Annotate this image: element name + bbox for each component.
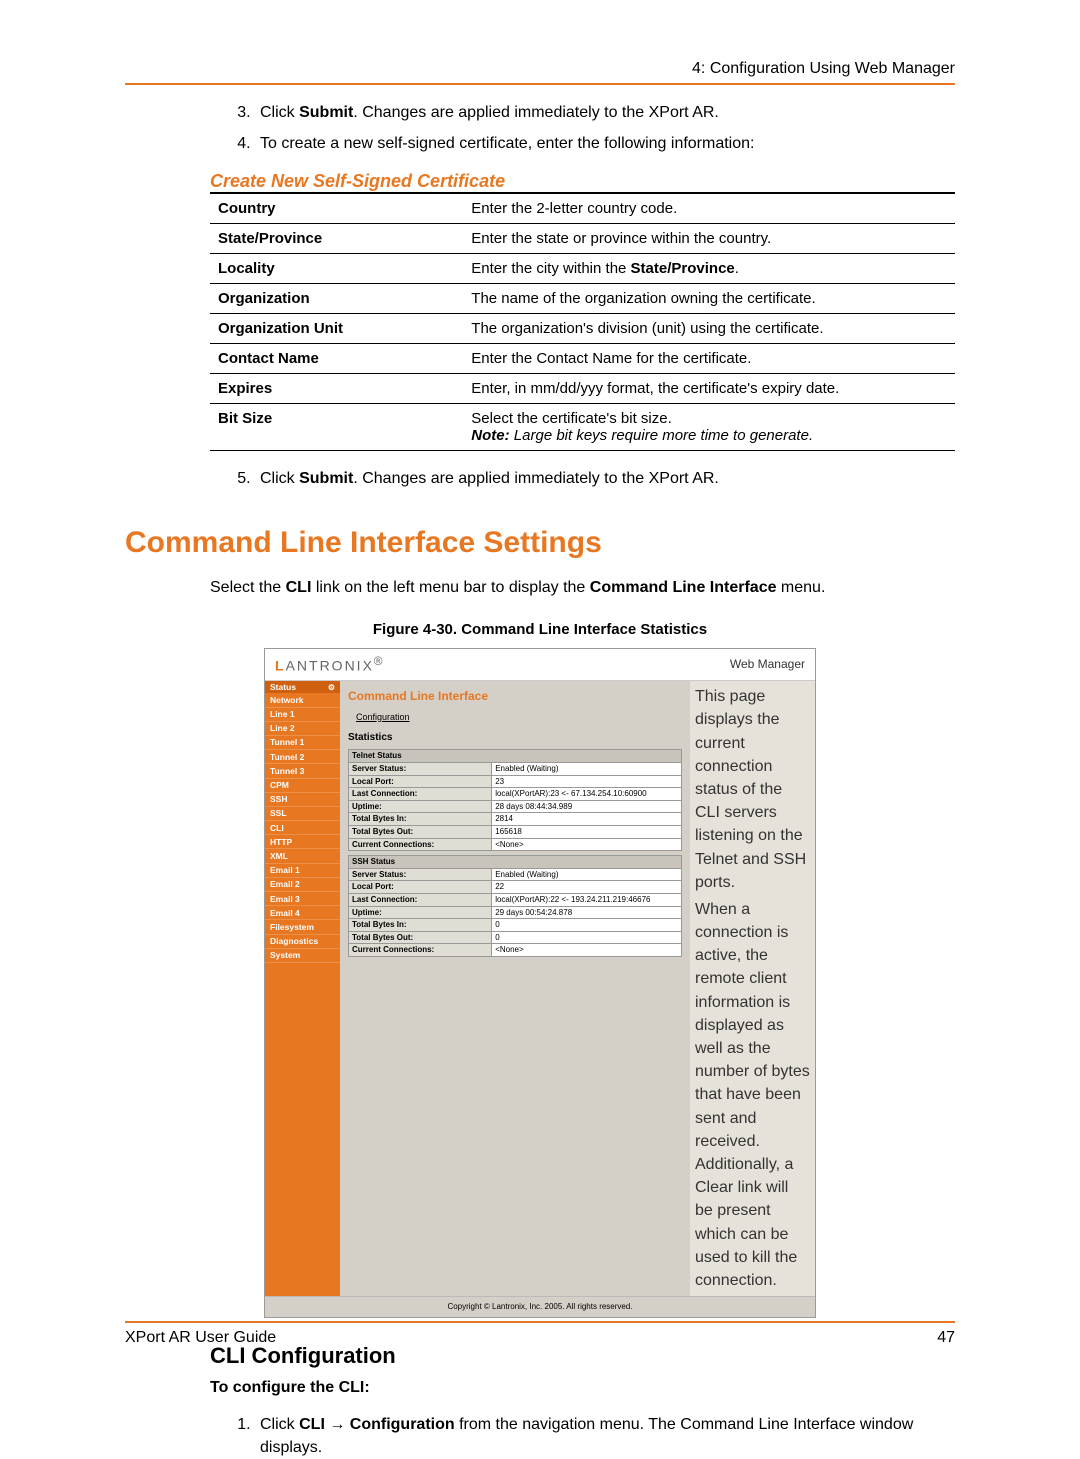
table-row: LocalityEnter the city within the State/…: [210, 254, 955, 284]
table-row: Bit SizeSelect the certificate's bit siz…: [210, 404, 955, 451]
chapter-header: 4: Configuration Using Web Manager: [125, 60, 955, 85]
cert-heading: Create New Self-Signed Certificate: [210, 171, 955, 192]
table-row: Contact NameEnter the Contact Name for t…: [210, 344, 955, 374]
page-footer: XPort AR User Guide 47: [125, 1321, 955, 1347]
step-3: Click Submit. Changes are applied immedi…: [255, 101, 955, 124]
sidebar-item-ssh[interactable]: SSH: [265, 793, 340, 807]
table-row: Organization UnitThe organization's divi…: [210, 314, 955, 344]
sidebar-item-cli[interactable]: CLI: [265, 821, 340, 835]
copyright-footer: Copyright © Lantronix, Inc. 2005. All ri…: [265, 1296, 815, 1317]
sidebar-item-email2[interactable]: Email 2: [265, 878, 340, 892]
cli-stats-screenshot: LANTRONIX® Web Manager Status ⚙ Network L…: [264, 648, 816, 1318]
ssh-stats-table: SSH Status Server Status:Enabled (Waitin…: [348, 855, 682, 957]
page-number: 47: [937, 1329, 955, 1347]
header-label: Web Manager: [730, 657, 805, 671]
cert-table: CountryEnter the 2-letter country code. …: [210, 192, 955, 451]
subsection-subheading: To configure the CLI:: [210, 1379, 955, 1397]
gear-icon[interactable]: ⚙: [328, 683, 335, 693]
footer-doc-title: XPort AR User Guide: [125, 1329, 276, 1347]
stats-label: Statistics: [348, 732, 682, 744]
table-row: ExpiresEnter, in mm/dd/yyy format, the c…: [210, 374, 955, 404]
steps-list-after: Click Submit. Changes are applied immedi…: [210, 467, 955, 490]
sidebar-item-line1[interactable]: Line 1: [265, 708, 340, 722]
sidebar-item-tunnel1[interactable]: Tunnel 1: [265, 736, 340, 750]
sidebar-item-system[interactable]: System: [265, 949, 340, 963]
cli-step-1: Click CLI → Configuration from the navig…: [255, 1413, 955, 1459]
sidebar-item-network[interactable]: Network: [265, 693, 340, 707]
sidebar-item-line2[interactable]: Line 2: [265, 722, 340, 736]
panel-title: Command Line Interface: [348, 689, 682, 703]
table-row: State/ProvinceEnter the state or provinc…: [210, 224, 955, 254]
steps-list-top: Click Submit. Changes are applied immedi…: [210, 101, 955, 155]
configuration-link[interactable]: Configuration: [356, 712, 682, 723]
sidebar-item-ssl[interactable]: SSL: [265, 807, 340, 821]
chapter-title: 4: Configuration Using Web Manager: [692, 60, 955, 78]
help-panel: This page displays the current connectio…: [690, 681, 815, 1296]
cli-steps: Click CLI → Configuration from the navig…: [210, 1413, 955, 1459]
sidebar-item-cpm[interactable]: CPM: [265, 779, 340, 793]
sidebar-item-http[interactable]: HTTP: [265, 835, 340, 849]
sidebar-item-filesystem[interactable]: Filesystem: [265, 920, 340, 934]
lantronix-logo: LANTRONIX®: [275, 655, 385, 674]
telnet-stats-table: Telnet Status Server Status:Enabled (Wai…: [348, 749, 682, 851]
sidebar-item-tunnel3[interactable]: Tunnel 3: [265, 764, 340, 778]
figure-caption: Figure 4-30. Command Line Interface Stat…: [125, 621, 955, 638]
sidebar-item-email3[interactable]: Email 3: [265, 892, 340, 906]
sidebar-item-diagnostics[interactable]: Diagnostics: [265, 935, 340, 949]
step-4: To create a new self-signed certificate,…: [255, 132, 955, 155]
sidebar-item-email1[interactable]: Email 1: [265, 864, 340, 878]
sidebar-nav: Status ⚙ Network Line 1 Line 2 Tunnel 1 T…: [265, 681, 340, 1296]
sidebar-item-status[interactable]: Status: [270, 682, 296, 692]
sidebar-item-email4[interactable]: Email 4: [265, 906, 340, 920]
main-panel: Command Line Interface Configuration Sta…: [340, 681, 690, 1296]
intro-paragraph: Select the CLI link on the left menu bar…: [210, 576, 955, 599]
section-heading: Command Line Interface Settings: [125, 526, 955, 560]
table-row: OrganizationThe name of the organization…: [210, 284, 955, 314]
sidebar-item-xml[interactable]: XML: [265, 849, 340, 863]
step-5: Click Submit. Changes are applied immedi…: [255, 467, 955, 490]
table-row: CountryEnter the 2-letter country code.: [210, 193, 955, 224]
sidebar-item-tunnel2[interactable]: Tunnel 2: [265, 750, 340, 764]
